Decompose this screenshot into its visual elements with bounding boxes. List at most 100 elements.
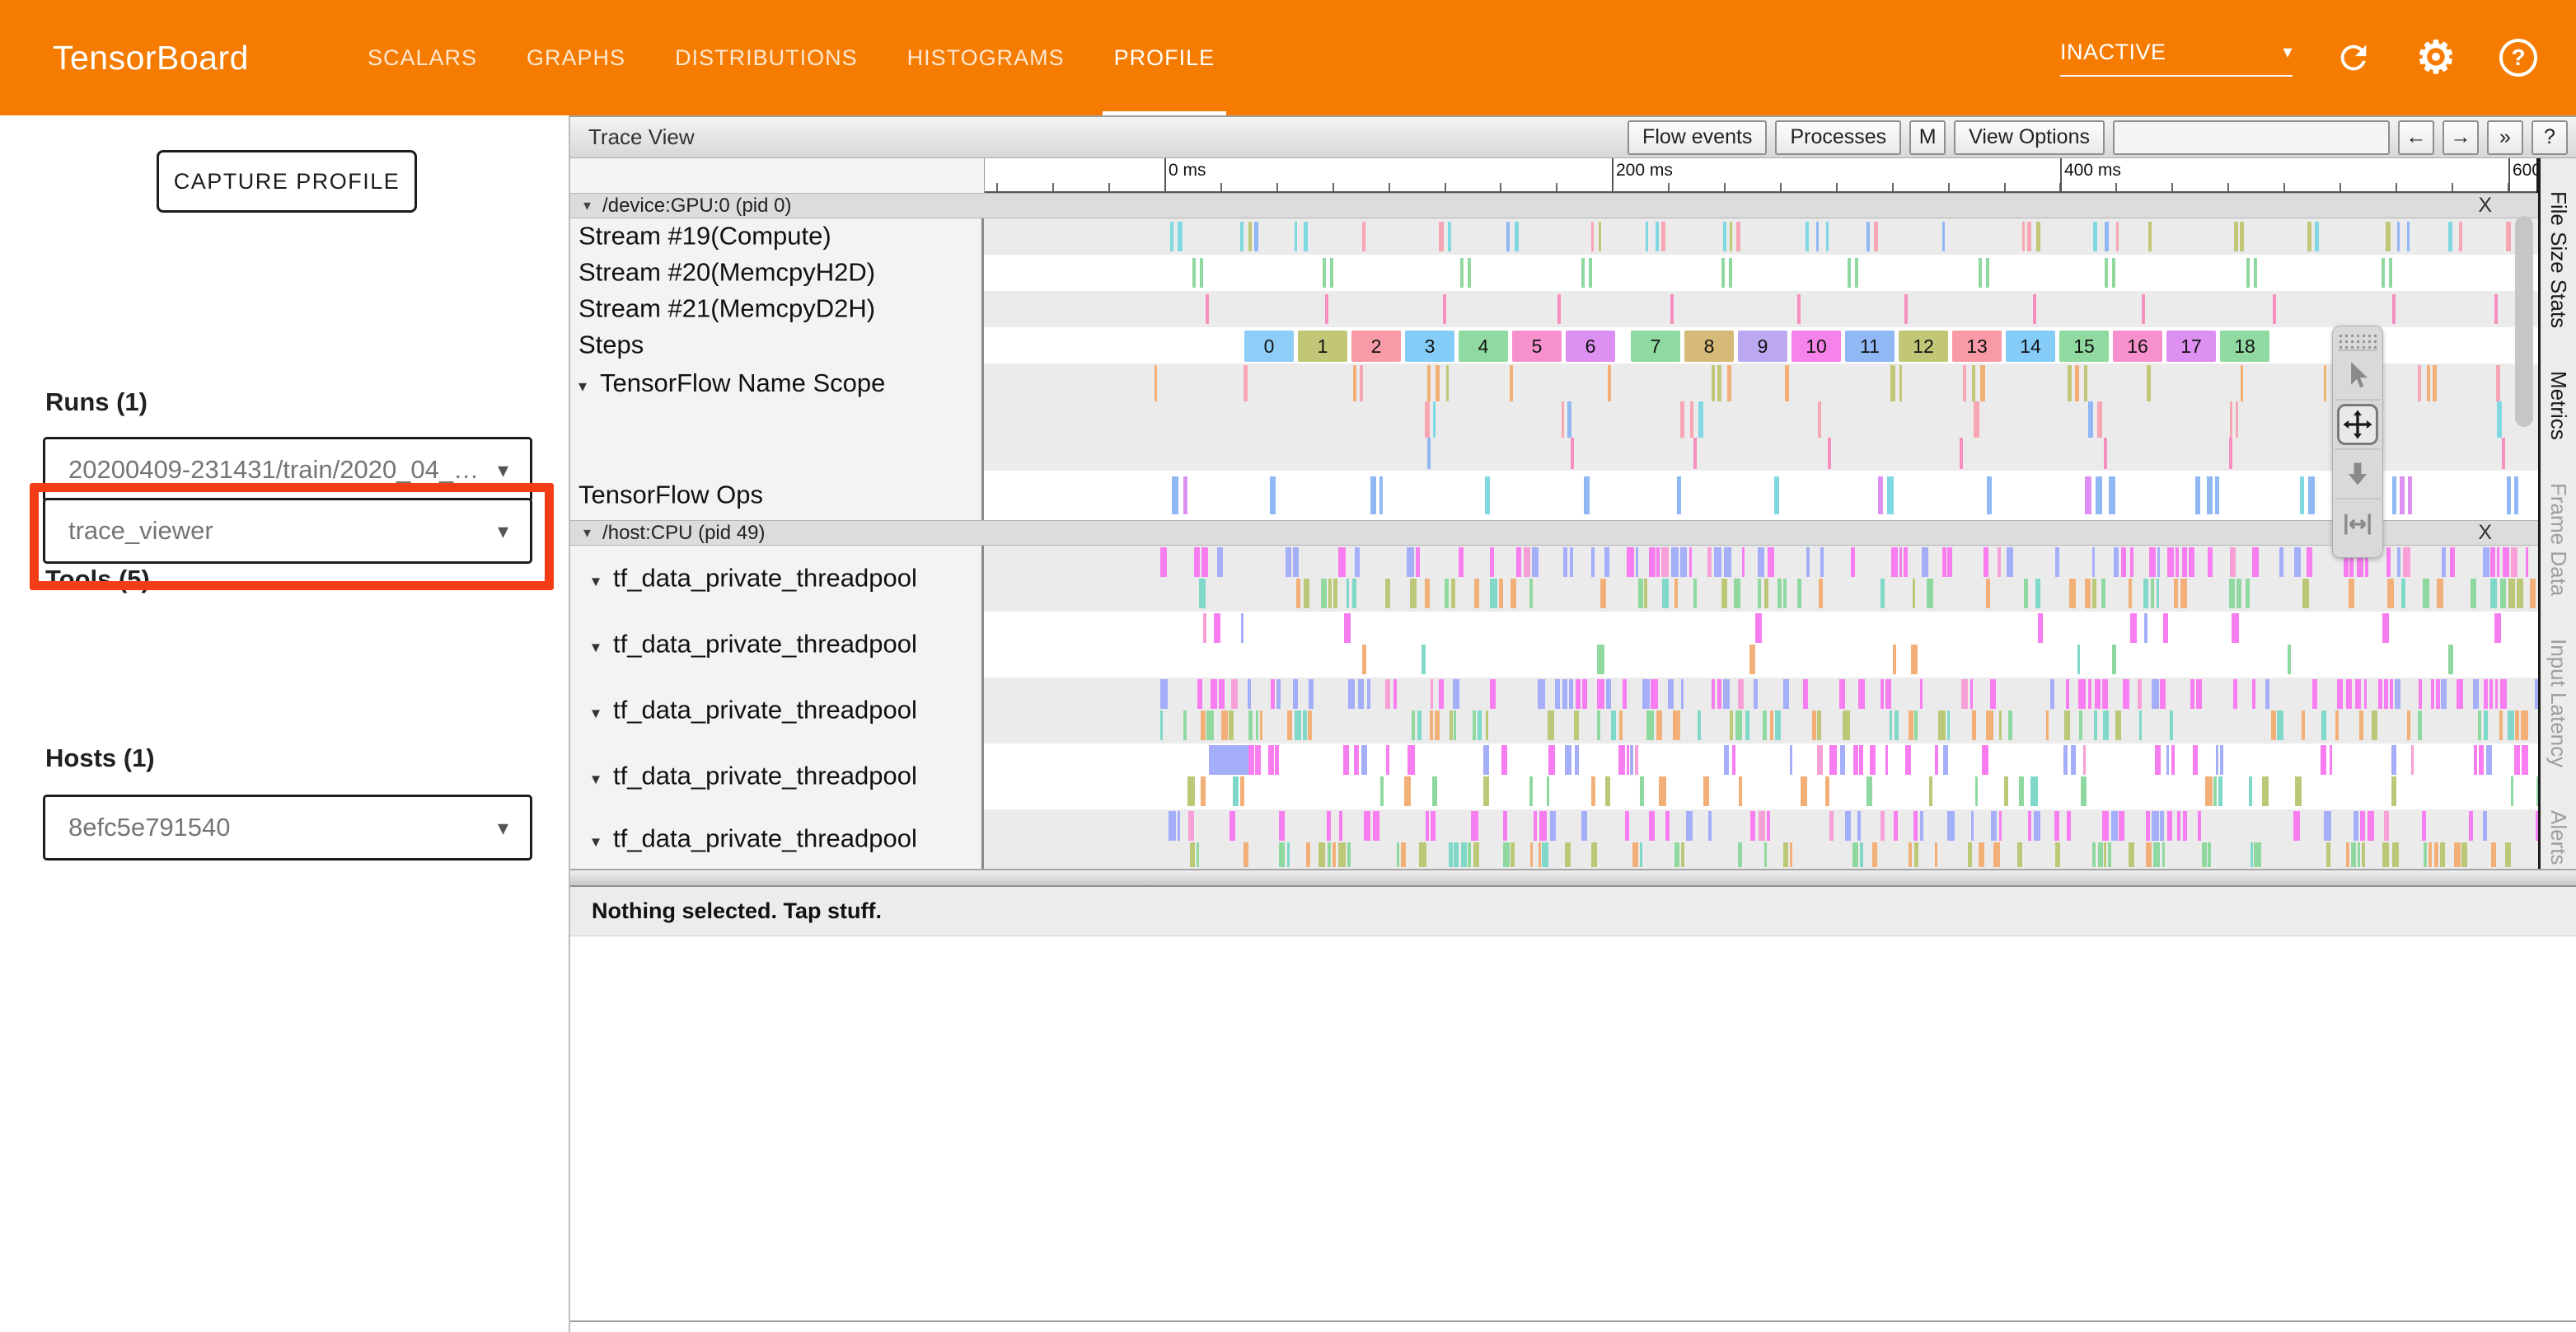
track-row[interactable]: Stream #20(MemcpyH2D) bbox=[570, 255, 2538, 291]
nav-tab-histograms[interactable]: HISTOGRAMS bbox=[896, 0, 1076, 115]
ruler-minor-tick bbox=[1276, 183, 1278, 191]
nav-tab-graphs[interactable]: GRAPHS bbox=[515, 0, 637, 115]
ruler-minor-tick bbox=[1389, 183, 1390, 191]
collapse-triangle-icon[interactable]: ▾ bbox=[592, 702, 600, 723]
step-block-3[interactable]: 3 bbox=[1405, 331, 1454, 362]
step-block-5[interactable]: 5 bbox=[1512, 331, 1562, 362]
track-label-text: Stream #21(MemcpyD2H) bbox=[578, 293, 875, 322]
step-block-11[interactable]: 11 bbox=[1845, 331, 1895, 362]
forward-arrow-button[interactable]: → bbox=[2443, 120, 2479, 155]
select-tool[interactable] bbox=[2335, 351, 2381, 401]
toolbar-button-view-options[interactable]: View Options bbox=[1954, 120, 2105, 155]
track-row[interactable]: TensorFlow Ops bbox=[570, 471, 2538, 520]
track-label: Stream #19(Compute) bbox=[570, 218, 984, 255]
step-block-7[interactable]: 7 bbox=[1631, 331, 1680, 362]
ruler-minor-tick bbox=[2452, 183, 2453, 191]
nav-tab-profile[interactable]: PROFILE bbox=[1103, 0, 1227, 115]
step-block-6[interactable]: 6 bbox=[1566, 331, 1615, 362]
palette-drag-handle[interactable] bbox=[2338, 333, 2377, 351]
step-block-18[interactable]: 18 bbox=[2220, 331, 2269, 362]
status-dropdown[interactable]: INACTIVE ▾ bbox=[2060, 40, 2293, 77]
chevron-down-icon: ▾ bbox=[498, 457, 508, 483]
step-block-12[interactable]: 12 bbox=[1899, 331, 1948, 362]
side-tab-metrics[interactable]: Metrics bbox=[2546, 371, 2571, 440]
side-tab-input-latency[interactable]: Input Latency bbox=[2546, 639, 2571, 767]
chevron-down-icon: ▾ bbox=[2283, 41, 2293, 63]
vertical-scrollbar-thumb[interactable] bbox=[2515, 216, 2533, 427]
trace-help-button[interactable]: ? bbox=[2532, 120, 2568, 155]
process-section-header: ▾/device:GPU:0 (pid 0)X bbox=[570, 193, 2538, 218]
track-row[interactable]: ▾TensorFlow Name Scope bbox=[570, 363, 2538, 471]
back-arrow-button[interactable]: ← bbox=[2398, 120, 2434, 155]
selection-status-text: Nothing selected. Tap stuff. bbox=[592, 898, 882, 924]
step-block-17[interactable]: 17 bbox=[2166, 331, 2216, 362]
track-row[interactable]: ▾tf_data_private_threadpool bbox=[570, 809, 2538, 869]
track-label: Steps bbox=[570, 327, 984, 363]
collapse-triangle-icon[interactable]: ▾ bbox=[592, 636, 600, 657]
step-block-8[interactable]: 8 bbox=[1684, 331, 1734, 362]
timing-tool[interactable] bbox=[2335, 500, 2381, 549]
track-label-text: tf_data_private_threadpool bbox=[613, 761, 917, 790]
track-label: Stream #21(MemcpyD2H) bbox=[570, 291, 984, 327]
hosts-label: Hosts (1) bbox=[45, 743, 155, 773]
track-label-text: tf_data_private_threadpool bbox=[613, 629, 917, 658]
step-block-4[interactable]: 4 bbox=[1459, 331, 1508, 362]
toolbar-button-processes[interactable]: Processes bbox=[1775, 120, 1901, 155]
ruler-minor-tick bbox=[996, 183, 998, 191]
trace-view-title: Trace View bbox=[588, 124, 695, 150]
side-tab-frame-data[interactable]: Frame Data bbox=[2546, 483, 2571, 596]
collapse-triangle-icon[interactable]: ▾ bbox=[583, 524, 591, 542]
track-row[interactable]: ▾ tf_data_private_threadpool bbox=[570, 743, 2538, 809]
step-block-9[interactable]: 9 bbox=[1738, 331, 1787, 362]
settings-gear-icon[interactable]: ⚙ bbox=[2414, 36, 2457, 79]
ruler-scale-area: 0 ms200 ms400 ms600 bbox=[984, 158, 2538, 193]
help-icon[interactable]: ? bbox=[2497, 36, 2540, 79]
track-row[interactable]: ▾tf_data_private_threadpool bbox=[570, 546, 2538, 612]
track-row[interactable]: Stream #21(MemcpyD2H) bbox=[570, 291, 2538, 327]
pan-tool-active[interactable] bbox=[2335, 401, 2381, 450]
side-tab-alerts[interactable]: Alerts bbox=[2546, 810, 2571, 865]
collapse-triangle-icon[interactable]: ▾ bbox=[592, 570, 600, 591]
trace-viewer-panel: Trace View Flow eventsProcessesMView Opt… bbox=[569, 115, 2576, 1332]
nav-tab-scalars[interactable]: SCALARS bbox=[356, 0, 489, 115]
details-splitter-handle[interactable] bbox=[570, 869, 2576, 887]
step-block-14[interactable]: 14 bbox=[2006, 331, 2055, 362]
track-label: ▾tf_data_private_threadpool bbox=[570, 546, 984, 612]
refresh-icon[interactable] bbox=[2332, 36, 2375, 79]
track-label: ▾ tf_data_private_threadpool bbox=[570, 612, 984, 678]
step-block-0[interactable]: 0 bbox=[1244, 331, 1294, 362]
ruler-minor-tick bbox=[1500, 183, 1501, 191]
toolbar-button-m[interactable]: M bbox=[1909, 120, 1946, 155]
process-section-header: ▾/host:CPU (pid 49)X bbox=[570, 520, 2538, 546]
toolbar-filter-box[interactable] bbox=[2113, 120, 2390, 155]
collapse-triangle-icon[interactable]: ▾ bbox=[578, 376, 587, 396]
collapse-triangle-icon[interactable]: ▾ bbox=[583, 197, 591, 214]
trace-view-titlebar: Trace View Flow eventsProcessesMView Opt… bbox=[570, 117, 2576, 158]
collapse-triangle-icon[interactable]: ▾ bbox=[592, 831, 600, 851]
step-block-2[interactable]: 2 bbox=[1351, 331, 1401, 362]
capture-profile-button[interactable]: CAPTURE PROFILE bbox=[157, 150, 417, 213]
step-block-16[interactable]: 16 bbox=[2113, 331, 2162, 362]
track-row[interactable]: ▾ tf_data_private_threadpool bbox=[570, 612, 2538, 678]
track-row[interactable]: 0123456789101112131415161718Steps bbox=[570, 327, 2538, 363]
side-tab-file-size-stats[interactable]: File Size Stats bbox=[2546, 191, 2571, 328]
chevron-down-icon: ▾ bbox=[498, 518, 508, 544]
hosts-dropdown[interactable]: 8efc5e791540 ▾ bbox=[43, 795, 532, 861]
track-label-text: Steps bbox=[578, 330, 644, 359]
step-block-15[interactable]: 15 bbox=[2059, 331, 2109, 362]
step-block-1[interactable]: 1 bbox=[1298, 331, 1347, 362]
zoom-tool[interactable] bbox=[2335, 450, 2381, 500]
close-section-button[interactable]: X bbox=[2478, 521, 2492, 545]
track-label: Stream #20(MemcpyH2D) bbox=[570, 255, 984, 291]
toolbar-button-flow-events[interactable]: Flow events bbox=[1628, 120, 1767, 155]
step-block-13[interactable]: 13 bbox=[1952, 331, 2002, 362]
close-section-button[interactable]: X bbox=[2478, 194, 2492, 218]
track-row[interactable]: Stream #19(Compute) bbox=[570, 218, 2538, 255]
ruler-minor-tick bbox=[2171, 183, 2173, 191]
track-row[interactable]: ▾tf_data_private_threadpool bbox=[570, 678, 2538, 743]
step-block-10[interactable]: 10 bbox=[1791, 331, 1841, 362]
nav-tab-distributions[interactable]: DISTRIBUTIONS bbox=[663, 0, 869, 115]
tools-dropdown[interactable]: trace_viewer ▾ bbox=[43, 498, 532, 564]
collapse-triangle-icon[interactable]: ▾ bbox=[592, 768, 600, 789]
more-chevron-button[interactable]: » bbox=[2487, 120, 2523, 155]
